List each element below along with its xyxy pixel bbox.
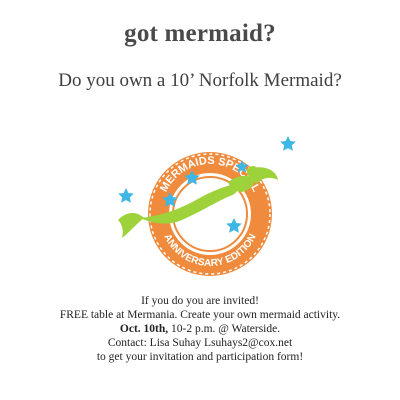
page-title: got mermaid? (124, 20, 276, 47)
star-icon (280, 136, 296, 151)
invitation-text: If you do you are invited! FREE table at… (0, 294, 400, 364)
page-subtitle: Do you own a 10’ Norfolk Mermaid? (58, 70, 342, 91)
star-icon (118, 188, 134, 203)
invite-line-3: Oct. 10th, 10-2 p.m. @ Waterside. (0, 322, 400, 336)
event-date: Oct. 10th, (119, 323, 169, 335)
anniversary-seal: MERMAIDS SPECIAL ANNIVERSARY EDITION (100, 120, 300, 290)
event-time-place: 10-2 p.m. @ Waterside. (168, 323, 281, 335)
invite-line-1: If you do you are invited! (141, 295, 259, 307)
invite-line-4: Contact: Lisa Suhay Lsuhays2@cox.net (107, 337, 293, 349)
invite-line-2: FREE table at Mermania. Create your own … (59, 309, 341, 321)
invite-line-5: to get your invitation and participation… (96, 351, 304, 363)
